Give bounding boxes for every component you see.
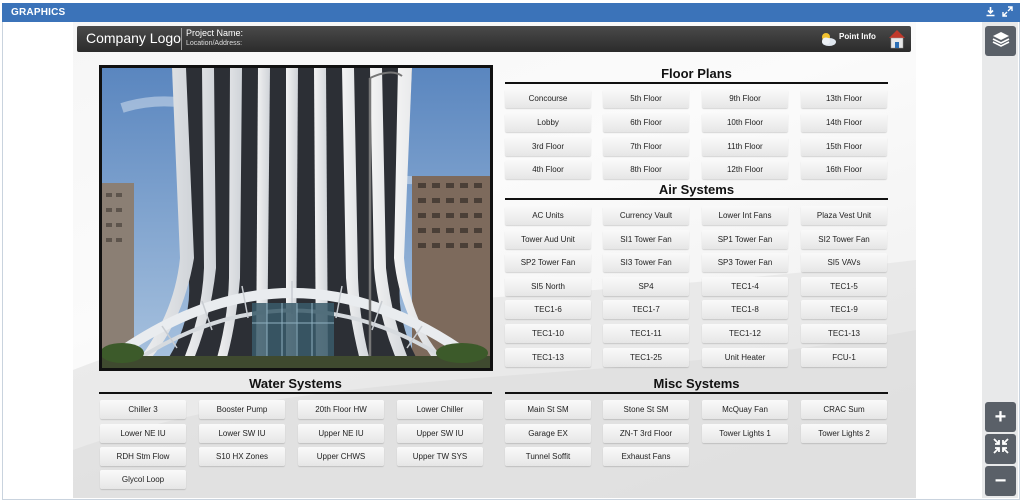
air-systems-button[interactable]: TEC1-12 (702, 324, 788, 343)
water-systems-button[interactable]: RDH Stm Flow (100, 447, 186, 466)
misc-systems-button[interactable]: Tower Lights 1 (702, 424, 788, 443)
misc-systems-button[interactable]: CRAC Sum (801, 400, 887, 419)
water-systems-button[interactable]: Lower NE IU (100, 424, 186, 443)
air-systems-button[interactable]: SI3 Tower Fan (603, 253, 689, 272)
water-systems-button[interactable]: Upper CHWS (298, 447, 384, 466)
water-systems-button[interactable]: S10 HX Zones (199, 447, 285, 466)
water-systems-title: Water Systems (249, 376, 342, 391)
air-systems-button[interactable]: AC Units (505, 206, 591, 225)
window-title: GRAPHICS (11, 7, 66, 18)
floor-plans-rule (505, 82, 888, 84)
air-systems-button[interactable]: TEC1-6 (505, 300, 591, 319)
misc-systems-button[interactable]: Garage EX (505, 424, 591, 443)
misc-systems-title: Misc Systems (653, 376, 740, 391)
floor-plans-button[interactable]: 8th Floor (603, 160, 689, 179)
fit-screen-button[interactable] (985, 434, 1016, 464)
misc-systems-button[interactable]: ZN-T 3rd Floor (603, 424, 689, 443)
floor-plans-button[interactable]: 5th Floor (603, 89, 689, 108)
floor-plans-button[interactable]: 15th Floor (801, 137, 887, 156)
floor-plans-button[interactable]: 12th Floor (702, 160, 788, 179)
misc-systems-rule (505, 392, 888, 394)
fit-screen-icon (992, 437, 1010, 461)
floor-plans-button[interactable]: 7th Floor (603, 137, 689, 156)
air-systems-button[interactable]: SI5 VAVs (801, 253, 887, 272)
weather-cloud-icon (819, 31, 837, 47)
misc-systems-button[interactable]: Exhaust Fans (603, 447, 689, 466)
air-systems-button[interactable]: Currency Vault (603, 206, 689, 225)
air-systems-button[interactable]: Unit Heater (702, 348, 788, 367)
building-photo (99, 65, 493, 371)
location-address-label: Location/Address: (186, 40, 243, 47)
water-systems-button[interactable]: Lower Chiller (397, 400, 483, 419)
misc-systems-button[interactable]: Tower Lights 2 (801, 424, 887, 443)
air-systems-button[interactable]: TEC1-4 (702, 277, 788, 296)
air-systems-title: Air Systems (658, 182, 735, 197)
floor-plans-button[interactable]: 11th Floor (702, 137, 788, 156)
floor-plans-button[interactable]: 6th Floor (603, 113, 689, 132)
air-systems-button[interactable]: SI2 Tower Fan (801, 230, 887, 249)
water-systems-button[interactable]: Glycol Loop (100, 470, 186, 489)
air-systems-button[interactable]: TEC1-25 (603, 348, 689, 367)
air-systems-button[interactable]: SP4 (603, 277, 689, 296)
air-systems-button[interactable]: TEC1-7 (603, 300, 689, 319)
floor-plans-button[interactable]: 3rd Floor (505, 137, 591, 156)
floor-plans-button[interactable]: 4th Floor (505, 160, 591, 179)
home-icon[interactable] (887, 28, 907, 50)
water-systems-rule (99, 392, 492, 394)
air-systems-button[interactable]: Tower Aud Unit (505, 230, 591, 249)
water-systems-button[interactable]: Booster Pump (199, 400, 285, 419)
misc-systems-button[interactable]: Main St SM (505, 400, 591, 419)
air-systems-button[interactable]: SP1 Tower Fan (702, 230, 788, 249)
floor-plans-button[interactable]: 10th Floor (702, 113, 788, 132)
zoom-out-button[interactable]: − (985, 466, 1016, 496)
layers-icon (991, 30, 1011, 53)
air-systems-button[interactable]: SP3 Tower Fan (702, 253, 788, 272)
floor-plans-button[interactable]: 9th Floor (702, 89, 788, 108)
water-systems-button[interactable]: Upper SW IU (397, 424, 483, 443)
zoom-out-icon: − (994, 469, 1007, 492)
air-systems-button[interactable]: Plaza Vest Unit (801, 206, 887, 225)
water-systems-button[interactable]: Upper NE IU (298, 424, 384, 443)
layers-button[interactable] (985, 26, 1016, 56)
misc-systems-button[interactable]: McQuay Fan (702, 400, 788, 419)
zoom-in-icon: + (994, 405, 1007, 428)
water-systems-button[interactable]: Lower SW IU (199, 424, 285, 443)
misc-systems-button[interactable]: Tunnel Soffit (505, 447, 591, 466)
company-logo: Company Logo (86, 30, 181, 46)
point-info-button[interactable]: Point Info (839, 32, 876, 41)
floor-plans-button[interactable]: Concourse (505, 89, 591, 108)
floor-plans-button[interactable]: Lobby (505, 113, 591, 132)
water-systems-button[interactable]: Upper TW SYS (397, 447, 483, 466)
air-systems-button[interactable]: TEC1-10 (505, 324, 591, 343)
air-systems-button[interactable]: Lower Int Fans (702, 206, 788, 225)
floor-plans-button[interactable]: 14th Floor (801, 113, 887, 132)
project-header: Company Logo Project Name: Location/Addr… (77, 26, 911, 52)
expand-icon[interactable] (1001, 6, 1013, 18)
floor-plans-button[interactable]: 13th Floor (801, 89, 887, 108)
water-systems-button[interactable]: 20th Floor HW (298, 400, 384, 419)
header-divider (181, 28, 182, 50)
air-systems-button[interactable]: TEC1-13 (505, 348, 591, 367)
project-name-label: Project Name: (186, 28, 244, 38)
air-systems-button[interactable]: TEC1-13 (801, 324, 887, 343)
air-systems-button[interactable]: TEC1-9 (801, 300, 887, 319)
air-systems-button[interactable]: TEC1-5 (801, 277, 887, 296)
air-systems-button[interactable]: SI5 North (505, 277, 591, 296)
air-systems-button[interactable]: SP2 Tower Fan (505, 253, 591, 272)
floor-plans-title: Floor Plans (661, 66, 732, 81)
water-systems-button[interactable]: Chiller 3 (100, 400, 186, 419)
zoom-in-button[interactable]: + (985, 402, 1016, 432)
download-icon[interactable] (984, 6, 996, 18)
air-systems-rule (505, 198, 888, 200)
floor-plans-button[interactable]: 16th Floor (801, 160, 887, 179)
air-systems-button[interactable]: TEC1-8 (702, 300, 788, 319)
window-titlebar: GRAPHICS (2, 3, 1020, 22)
misc-systems-button[interactable]: Stone St SM (603, 400, 689, 419)
air-systems-button[interactable]: SI1 Tower Fan (603, 230, 689, 249)
air-systems-button[interactable]: FCU-1 (801, 348, 887, 367)
air-systems-button[interactable]: TEC1-11 (603, 324, 689, 343)
